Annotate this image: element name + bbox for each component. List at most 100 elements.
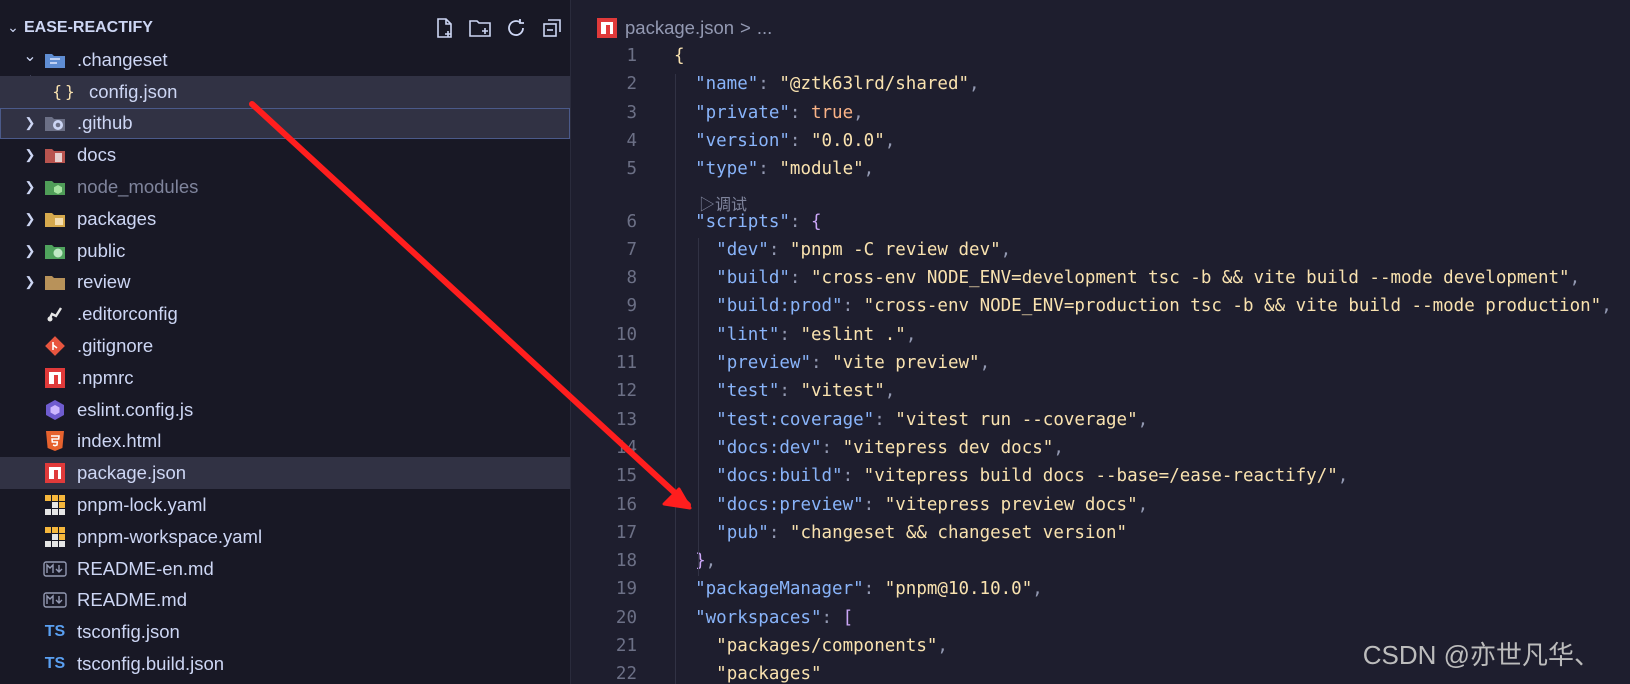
code-line[interactable]: "type": "module",: [674, 159, 874, 179]
tree-item[interactable]: ❯ public: [0, 235, 570, 267]
explorer-header[interactable]: ⌄ EASE-REACTIFY: [0, 9, 570, 47]
tree-item[interactable]: eslint.config.js: [0, 394, 570, 426]
editor-pane[interactable]: package.json > ... 1 {2 "name": "@ztk63lr…: [571, 0, 1630, 684]
chevron-right-icon[interactable]: ❯: [20, 274, 40, 290]
line-number: 9: [626, 296, 637, 317]
tree-item[interactable]: ⌄ .changeset: [0, 44, 570, 76]
code-token: "scripts": [695, 211, 790, 232]
tree-item[interactable]: ❯ .github: [0, 107, 570, 140]
code-line[interactable]: "preview": "vite preview",: [674, 353, 990, 373]
tree-item[interactable]: TS tsconfig.json: [0, 616, 570, 648]
collapse-all-icon[interactable]: [540, 16, 564, 40]
new-folder-icon[interactable]: [468, 16, 492, 40]
line-number: 22: [615, 664, 637, 684]
code-token: "test:coverage": [716, 409, 875, 430]
code-line[interactable]: "packageManager": "pnpm@10.10.0",: [674, 579, 1043, 599]
code-line[interactable]: "packages": [674, 664, 822, 684]
breadcrumb-more[interactable]: ...: [757, 17, 772, 39]
html5-icon: [43, 429, 67, 453]
breadcrumb-separator: >: [740, 17, 751, 38]
code-line[interactable]: "workspaces": [: [674, 608, 853, 628]
tree-item[interactable]: ❯ review: [0, 267, 570, 299]
code-token: "lint": [716, 324, 780, 345]
refresh-icon[interactable]: [504, 16, 528, 40]
tree-item[interactable]: .npmrc: [0, 362, 570, 394]
watermark: CSDN @亦世凡华、: [1362, 640, 1600, 670]
chevron-right-icon[interactable]: ❯: [20, 243, 40, 259]
code-token: ,: [705, 551, 717, 572]
line-number: 16: [615, 494, 637, 515]
tree-item[interactable]: README.md: [0, 585, 570, 617]
code-line[interactable]: {: [674, 46, 685, 66]
node-modules-folder-icon: [43, 175, 67, 199]
code-token: true: [810, 102, 854, 123]
code-line[interactable]: "docs:build": "vitepress build docs --ba…: [674, 466, 1348, 486]
code-line[interactable]: "pub": "changeset && changeset version": [674, 523, 1127, 543]
chevron-down-icon[interactable]: ⌄: [2, 20, 24, 36]
code-token: ,: [1137, 494, 1149, 515]
explorer-title: EASE-REACTIFY: [24, 19, 153, 36]
code-token: :: [758, 159, 780, 180]
code-token: "@ztk63lrd/shared": [779, 74, 970, 95]
code-token: "pub": [716, 522, 769, 543]
tree-item[interactable]: pnpm-lock.yaml: [0, 489, 570, 521]
tree-item[interactable]: {} config.json: [0, 75, 570, 108]
chevron-down-icon[interactable]: ⌄: [20, 46, 40, 66]
chevron-right-icon[interactable]: ❯: [20, 115, 40, 131]
code-line[interactable]: "test:coverage": "vitest run --coverage"…: [674, 410, 1148, 430]
code-line[interactable]: "build:prod": "cross-env NODE_ENV=produc…: [674, 296, 1612, 316]
tree-item-label: eslint.config.js: [77, 398, 194, 420]
tree-item[interactable]: README-en.md: [0, 553, 570, 585]
tree-item[interactable]: ❯ docs: [0, 139, 570, 171]
code-token: :: [842, 466, 864, 487]
code-line[interactable]: "dev": "pnpm -C review dev",: [674, 240, 1011, 260]
changeset-folder-icon: [43, 48, 67, 72]
tree-item[interactable]: .gitignore: [0, 330, 570, 362]
tree-item[interactable]: ❯ packages: [0, 203, 570, 235]
tree-item[interactable]: index.html: [0, 426, 570, 458]
tree-item[interactable]: pnpm-workspace.yaml: [0, 521, 570, 553]
tree-item-label: .changeset: [77, 48, 168, 70]
tree-item[interactable]: package.json: [0, 457, 570, 490]
code-line[interactable]: "version": "0.0.0",: [674, 131, 895, 151]
code-line[interactable]: "private": true,: [674, 103, 864, 123]
code-token: "vitepress build docs --base=/ease-react…: [863, 466, 1338, 487]
npm-icon: [43, 461, 67, 485]
code-token: :: [874, 409, 896, 430]
breadcrumb-file[interactable]: package.json: [625, 17, 734, 39]
code-token: :: [789, 130, 811, 151]
code-line[interactable]: "docs:preview": "vitepress preview docs"…: [674, 495, 1148, 515]
tree-item[interactable]: TS tsconfig.build.json: [0, 648, 570, 680]
pnpm-icon: [43, 525, 67, 549]
code-token: "docs:preview": [716, 494, 864, 515]
chevron-right-icon[interactable]: ❯: [20, 179, 40, 195]
code-line[interactable]: "lint": "eslint .",: [674, 325, 916, 345]
line-number: 1: [626, 46, 637, 66]
typescript-icon: TS: [44, 623, 66, 641]
code-token: :: [779, 381, 801, 402]
tree-item[interactable]: .editorconfig: [0, 298, 570, 330]
code-token: {: [674, 46, 685, 66]
code-line[interactable]: },: [674, 551, 716, 571]
code-line[interactable]: "build": "cross-env NODE_ENV=development…: [674, 268, 1580, 288]
tree-item-label: .editorconfig: [77, 303, 178, 325]
chevron-right-icon[interactable]: ❯: [20, 211, 40, 227]
code-token: "packages": [716, 664, 822, 684]
chevron-right-icon[interactable]: ❯: [20, 147, 40, 163]
new-file-icon[interactable]: [432, 16, 456, 40]
folder-icon: [43, 270, 67, 294]
code-line[interactable]: "test": "vitest",: [674, 381, 895, 401]
code-line[interactable]: "name": "@ztk63lrd/shared",: [674, 74, 980, 94]
code-token: "0.0.0": [810, 130, 885, 151]
tree-item[interactable]: ❯ node_modules: [0, 171, 570, 203]
code-line[interactable]: "scripts": {: [674, 211, 821, 232]
npm-icon: [597, 18, 617, 38]
code-line[interactable]: "docs:dev": "vitepress dev docs",: [674, 438, 1064, 458]
breadcrumb[interactable]: package.json > ...: [571, 12, 772, 44]
line-number: 4: [626, 130, 637, 151]
code-line[interactable]: "packages/components",: [674, 636, 948, 656]
public-folder-icon: [43, 239, 67, 263]
